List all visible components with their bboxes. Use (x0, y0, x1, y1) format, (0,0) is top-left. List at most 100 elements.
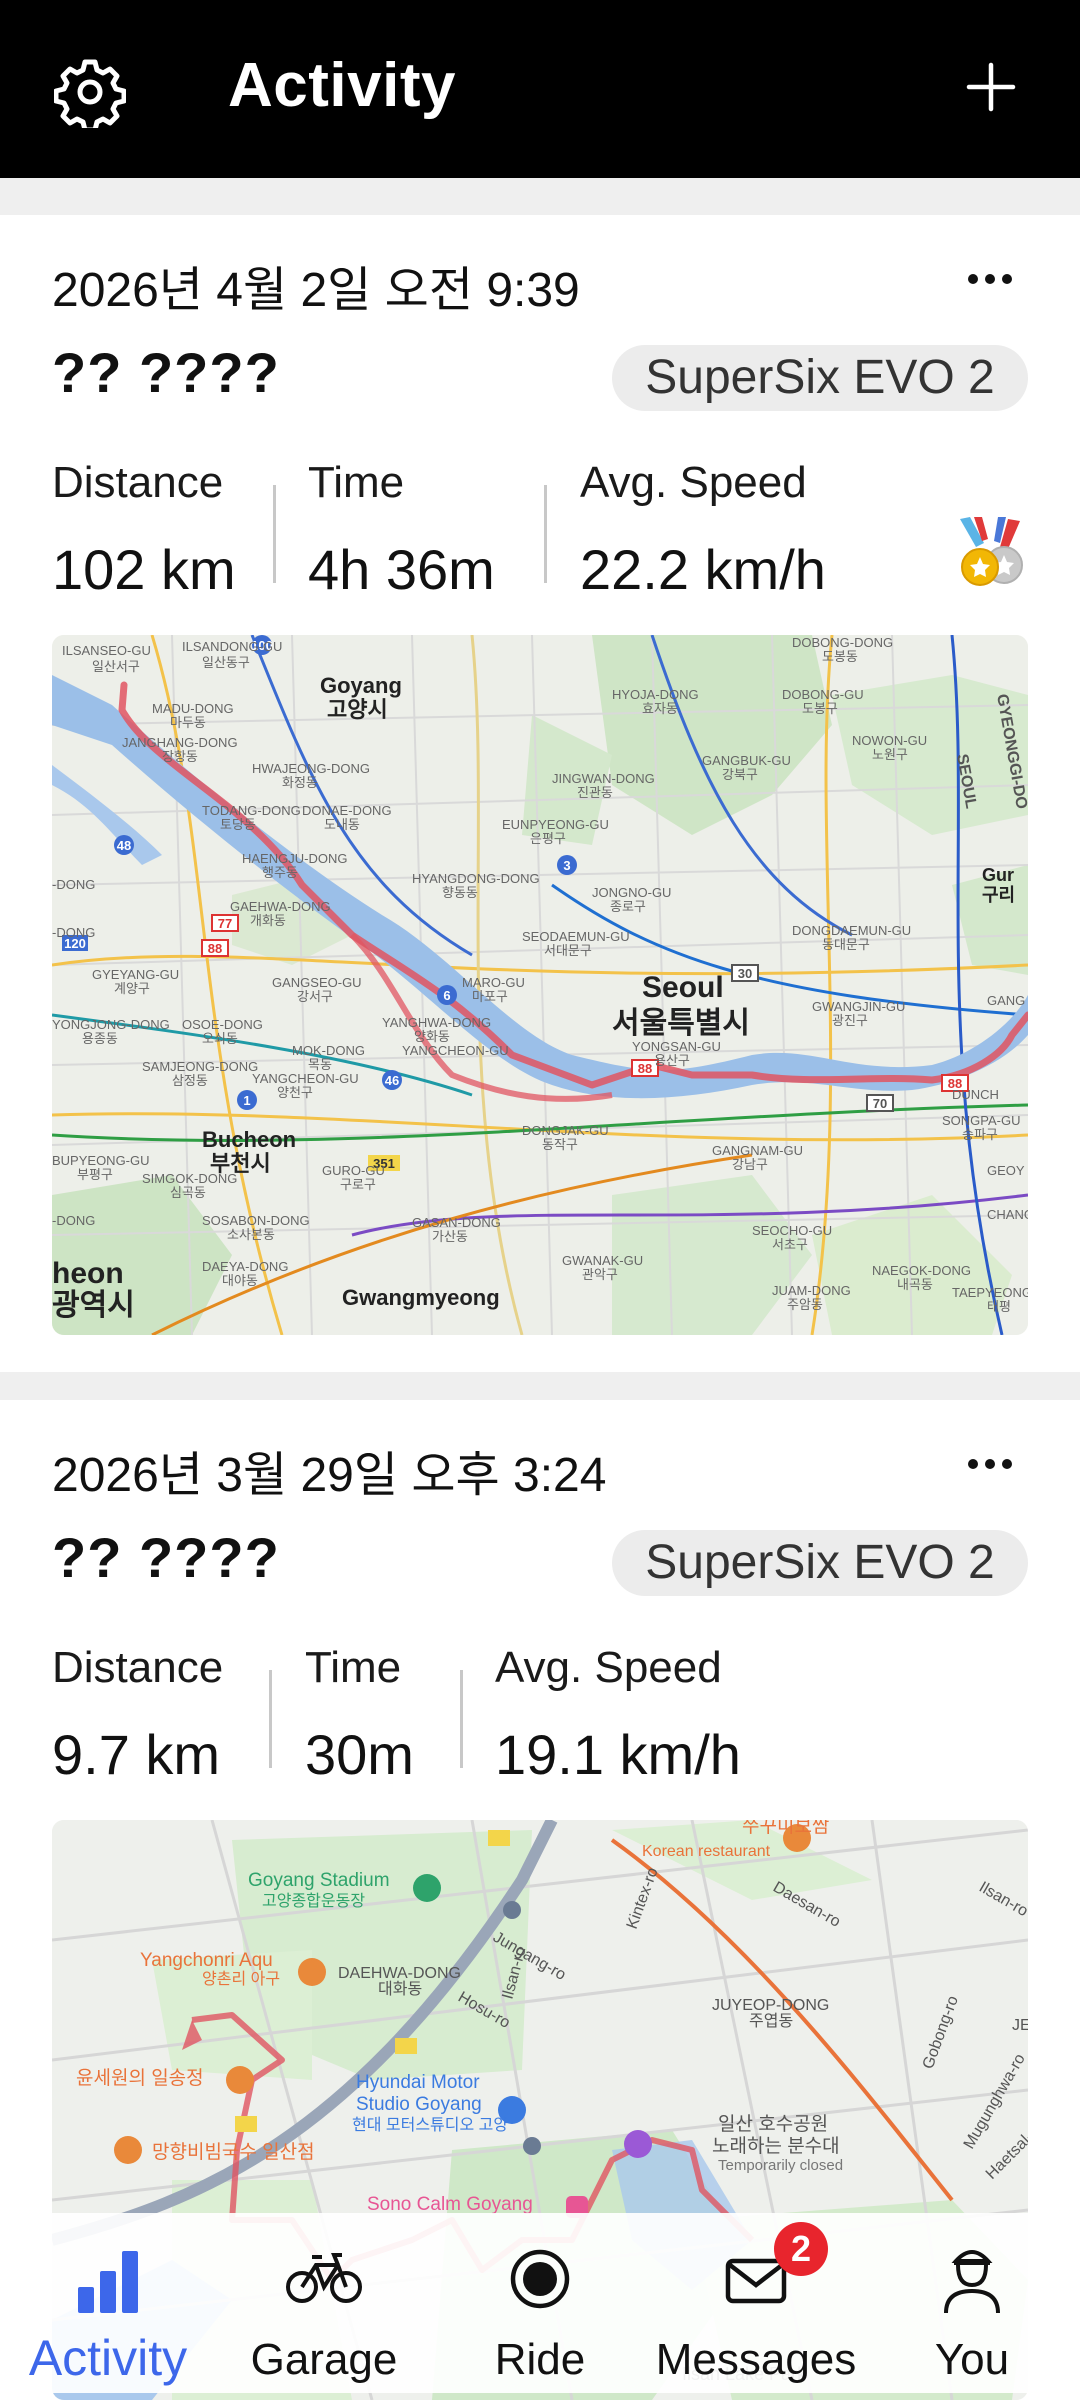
svg-text:BUPYEONG-GU: BUPYEONG-GU (52, 1153, 150, 1168)
more-options-icon[interactable] (968, 274, 1012, 286)
svg-text:NAEGOK-DONG: NAEGOK-DONG (872, 1263, 971, 1278)
time-value: 30m (305, 1723, 414, 1786)
nav-ride[interactable]: Ride (432, 2213, 648, 2393)
svg-text:Bucheon: Bucheon (202, 1127, 296, 1152)
nav-messages[interactable]: Messages (648, 2213, 864, 2393)
svg-text:강남구: 강남구 (732, 1157, 768, 1172)
svg-text:HAENGJU-DONG: HAENGJU-DONG (242, 851, 347, 866)
svg-text:DAEHWA-DONG: DAEHWA-DONG (338, 1965, 461, 1982)
svg-text:SEODAEMUN-GU: SEODAEMUN-GU (522, 929, 630, 944)
svg-text:일산동구: 일산동구 (202, 655, 250, 670)
svg-text:소사본동: 소사본동 (227, 1227, 275, 1242)
svg-text:MADU-DONG: MADU-DONG (152, 701, 234, 716)
svg-text:망향비빔국수 일산점: 망향비빔국수 일산점 (152, 2141, 315, 2163)
svg-text:대야동: 대야동 (222, 1273, 258, 1288)
svg-text:Temporarily closed: Temporarily closed (718, 2157, 843, 2174)
svg-text:관악구: 관악구 (582, 1267, 618, 1282)
svg-text:MARO-GU: MARO-GU (462, 975, 525, 990)
stat-divider (273, 485, 276, 583)
svg-text:HYANGDONG-DONG: HYANGDONG-DONG (412, 871, 540, 886)
page-title: Activity (228, 51, 456, 120)
more-options-icon[interactable] (968, 1459, 1012, 1471)
svg-text:강서구: 강서구 (297, 989, 333, 1004)
gear-icon[interactable] (54, 56, 126, 128)
svg-text:양화동: 양화동 (414, 1029, 450, 1044)
svg-text:JUYEOP-DONG: JUYEOP-DONG (712, 1997, 829, 2014)
nav-label: Ride (494, 2335, 586, 2384)
svg-text:YANGCHEON-GU: YANGCHEON-GU (252, 1071, 359, 1086)
svg-text:JUAM-DONG: JUAM-DONG (772, 1283, 851, 1298)
avg-speed-value: 19.1 km/h (495, 1723, 741, 1786)
svg-text:토당동: 토당동 (220, 817, 256, 832)
svg-text:DOBONG-DONG: DOBONG-DONG (792, 635, 893, 650)
svg-text:DUNCH: DUNCH (952, 1087, 999, 1102)
svg-text:MOK-DONG: MOK-DONG (292, 1043, 365, 1058)
svg-text:고양종합운동장: 고양종합운동장 (262, 1892, 365, 1910)
svg-text:GURO-GU: GURO-GU (322, 1163, 385, 1178)
svg-text:주암동: 주암동 (787, 1297, 823, 1312)
svg-text:GWANAK-GU: GWANAK-GU (562, 1253, 643, 1268)
svg-text:6: 6 (443, 988, 450, 1003)
svg-text:ILSANDONG-GU: ILSANDONG-GU (182, 639, 282, 654)
stat-divider (269, 1670, 272, 1768)
svg-text:도내동: 도내동 (324, 817, 360, 832)
svg-text:HYOJA-DONG: HYOJA-DONG (612, 687, 699, 702)
nav-activity[interactable]: Activity (0, 2213, 216, 2393)
plus-icon[interactable] (966, 62, 1016, 112)
nav-you[interactable]: You (864, 2213, 1080, 2393)
svg-text:-DONG: -DONG (52, 925, 95, 940)
time-label: Time (308, 458, 405, 507)
svg-text:윤세원의 일송정: 윤세원의 일송정 (76, 2067, 204, 2089)
svg-text:Korean restaurant: Korean restaurant (642, 1843, 771, 1860)
svg-text:주엽동: 주엽동 (749, 2012, 793, 2030)
svg-text:GANG: GANG (987, 993, 1025, 1008)
svg-text:YONGJONG-DONG: YONGJONG-DONG (52, 1017, 170, 1032)
svg-text:태평: 태평 (987, 1299, 1011, 1314)
app-header: Activity (0, 0, 1080, 178)
svg-text:용종동: 용종동 (82, 1031, 118, 1046)
svg-text:EUNPYEONG-GU: EUNPYEONG-GU (502, 817, 609, 832)
nav-label: Messages (655, 2335, 857, 2384)
svg-text:SAMJEONG-DONG: SAMJEONG-DONG (142, 1059, 258, 1074)
svg-text:노래하는 분수대: 노래하는 분수대 (712, 2135, 840, 2157)
bar-chart-icon (78, 2251, 138, 2313)
svg-text:DONAE-DONG: DONAE-DONG (302, 803, 392, 818)
person-icon (944, 2250, 1000, 2314)
svg-text:일산서구: 일산서구 (92, 659, 140, 674)
svg-text:송파구: 송파구 (962, 1127, 998, 1142)
svg-text:장항동: 장항동 (162, 749, 198, 764)
svg-text:88: 88 (638, 1061, 652, 1076)
svg-text:일산 호수공원: 일산 호수공원 (718, 2113, 828, 2135)
svg-text:용산구: 용산구 (654, 1053, 690, 1068)
svg-text:목동: 목동 (308, 1057, 332, 1072)
svg-text:GANGSEO-GU: GANGSEO-GU (272, 975, 362, 990)
route-map[interactable]: 48 100 6 3 46 1 77 88 88 88 70 120 30 35… (52, 635, 1028, 1335)
svg-text:효자동: 효자동 (642, 701, 678, 716)
avg-speed-label: Avg. Speed (580, 458, 807, 507)
nav-garage[interactable]: Garage (216, 2213, 432, 2393)
distance-value: 102 km (52, 538, 236, 601)
distance-label: Distance (52, 1643, 224, 1692)
svg-text:Sono Calm Goyang: Sono Calm Goyang (367, 2194, 533, 2215)
svg-text:마두동: 마두동 (170, 715, 206, 730)
stat-divider (544, 485, 547, 583)
svg-text:DONGDAEMUN-GU: DONGDAEMUN-GU (792, 923, 911, 938)
svg-text:3: 3 (563, 858, 570, 873)
svg-text:YANGCHEON-GU: YANGCHEON-GU (402, 1043, 509, 1058)
svg-text:Yangchonri Aqu: Yangchonri Aqu (140, 1950, 273, 1971)
svg-text:70: 70 (873, 1096, 887, 1111)
svg-text:은평구: 은평구 (530, 831, 566, 846)
svg-text:Hyundai Motor: Hyundai Motor (356, 2072, 480, 2093)
svg-text:46: 46 (385, 1073, 399, 1088)
activity-datetime: 2026년 3월 29일 오후 3:24 (52, 1449, 607, 1502)
svg-text:마포구: 마포구 (472, 989, 508, 1004)
svg-text:Goyang Stadium: Goyang Stadium (248, 1870, 390, 1891)
bottom-navigation: Activity Garage Ride Messages You (0, 2213, 1080, 2393)
record-icon (510, 2249, 570, 2309)
svg-text:오쇠동: 오쇠동 (202, 1031, 238, 1046)
svg-text:DOBONG-GU: DOBONG-GU (782, 687, 864, 702)
nav-label: You (934, 2335, 1010, 2384)
activity-card[interactable]: 2026년 4월 2일 오전 9:39 ?? ???? SuperSix EVO… (0, 215, 1080, 1372)
activity-name: ?? ???? (52, 1526, 280, 1589)
svg-text:JINGWAN-DONG: JINGWAN-DONG (552, 771, 655, 786)
